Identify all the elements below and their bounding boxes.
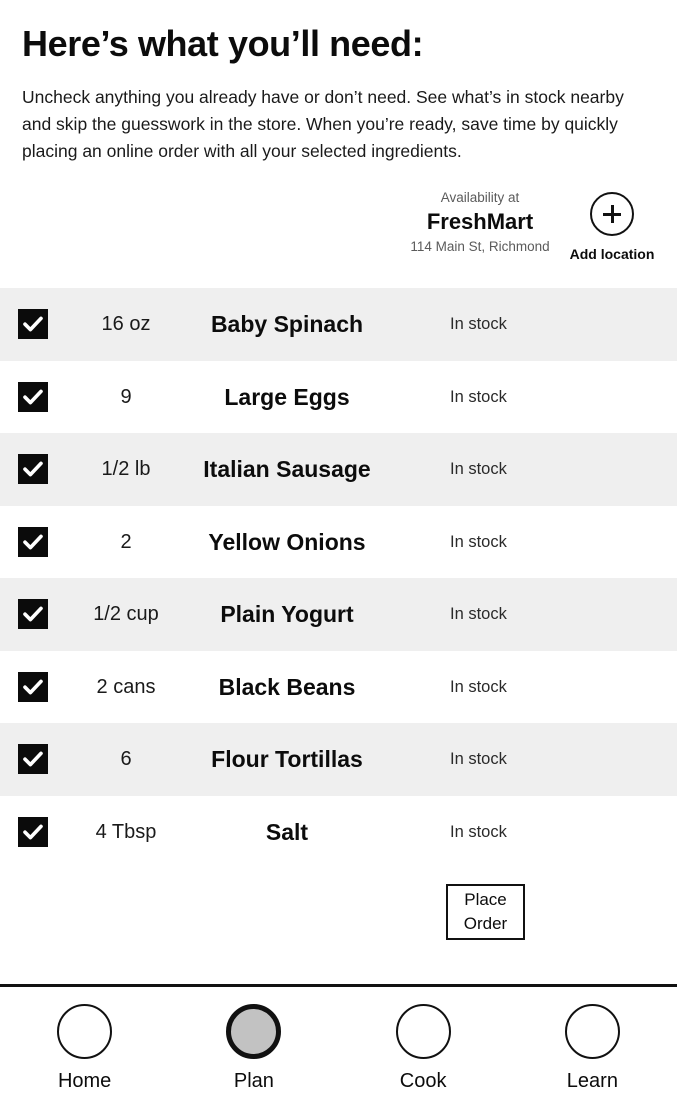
store-address: 114 Main St, Richmond xyxy=(410,239,550,254)
ingredient-name: Flour Tortillas xyxy=(211,746,363,773)
store-name: FreshMart xyxy=(426,209,534,234)
ingredient-stock-status: In stock xyxy=(450,677,507,696)
nav-item-cook[interactable]: Cook xyxy=(363,1004,483,1094)
ingredient-quantity: 9 xyxy=(120,385,132,408)
order-actions: Place Order xyxy=(0,870,677,970)
ingredient-stock-status: In stock xyxy=(450,532,507,551)
ingredient-stock-status: In stock xyxy=(450,605,507,624)
page-intro-text: Uncheck anything you already have or don… xyxy=(22,87,624,161)
plus-circle-icon xyxy=(590,192,634,236)
ingredient-checkbox[interactable] xyxy=(18,816,48,847)
nav-item-label: Cook xyxy=(399,1070,447,1092)
ingredient-checkbox[interactable] xyxy=(18,526,48,557)
ingredient-name: Black Beans xyxy=(218,673,356,700)
store-info[interactable]: Availability at FreshMart 114 Main St, R… xyxy=(400,189,560,256)
ingredient-checkbox[interactable] xyxy=(18,381,48,412)
ingredient-quantity: 2 cans xyxy=(96,675,156,698)
availability-label: Availability at xyxy=(440,190,520,205)
nav-item-label: Plan xyxy=(233,1070,274,1092)
ingredient-name: Large Eggs xyxy=(224,383,350,410)
ingredient-row: 2 Yellow Onions In stock xyxy=(0,505,677,578)
ingredient-quantity: 6 xyxy=(120,748,132,771)
ingredient-row: 4 Tbsp Salt In stock xyxy=(0,795,677,868)
plan-circle-icon xyxy=(226,1004,282,1059)
ingredient-row: 2 cans Black Beans In stock xyxy=(0,650,677,723)
ingredient-checkbox[interactable] xyxy=(18,671,48,702)
ingredient-quantity: 1/2 lb xyxy=(101,458,151,481)
nav-item-label: Home xyxy=(57,1070,112,1092)
ingredient-name: Yellow Onions xyxy=(208,528,366,555)
ingredient-row: 1/2 cup Plain Yogurt In stock xyxy=(0,578,677,651)
ingredient-stock-status: In stock xyxy=(450,387,507,406)
cook-circle-icon xyxy=(395,1004,451,1059)
page-title: Here’s what you’ll need: xyxy=(22,23,424,64)
ingredient-quantity: 2 xyxy=(120,530,132,553)
add-location-button[interactable]: Add location xyxy=(560,189,664,263)
nav-item-plan[interactable]: Plan xyxy=(194,1004,314,1094)
learn-circle-icon xyxy=(564,1004,620,1059)
ingredient-stock-status: In stock xyxy=(450,822,507,841)
ingredient-stock-status: In stock xyxy=(450,315,507,334)
ingredient-name: Plain Yogurt xyxy=(220,601,354,628)
page-header: Here’s what you’ll need: Uncheck anythin… xyxy=(0,0,677,165)
ingredient-stock-status: In stock xyxy=(450,750,507,769)
ingredient-quantity: 1/2 cup xyxy=(93,603,159,626)
ingredient-checkbox[interactable] xyxy=(18,744,48,775)
ingredient-row: 16 oz Baby Spinach In stock xyxy=(0,288,677,361)
nav-item-label: Learn xyxy=(566,1070,618,1092)
ingredient-list: 16 oz Baby Spinach In stock 9 Large Eggs In s… xyxy=(0,288,677,868)
home-circle-icon xyxy=(57,1004,113,1059)
ingredient-row: 6 Flour Tortillas In stock xyxy=(0,723,677,796)
ingredient-checkbox[interactable] xyxy=(18,454,48,485)
bottom-navigation-bar: Home Plan Cook Learn xyxy=(0,984,677,1103)
nav-item-learn[interactable]: Learn xyxy=(532,1004,652,1094)
ingredient-row: 1/2 lb Italian Sausage In stock xyxy=(0,433,677,506)
ingredient-checkbox[interactable] xyxy=(18,309,48,340)
ingredient-row: 9 Large Eggs In stock xyxy=(0,360,677,433)
place-order-button[interactable]: Place Order xyxy=(446,884,525,940)
ingredient-name: Salt xyxy=(265,818,309,845)
ingredient-quantity: 16 oz xyxy=(101,313,151,336)
nav-item-home[interactable]: Home xyxy=(25,1004,145,1094)
ingredient-stock-status: In stock xyxy=(450,460,507,479)
ingredient-checkbox[interactable] xyxy=(18,599,48,630)
ingredient-quantity: 4 Tbsp xyxy=(95,820,157,843)
ingredient-name: Italian Sausage xyxy=(203,456,371,483)
availability-bar: Availability at FreshMart 114 Main St, R… xyxy=(0,187,677,273)
add-location-label: Add location xyxy=(569,246,655,262)
ingredient-name: Baby Spinach xyxy=(210,311,364,338)
